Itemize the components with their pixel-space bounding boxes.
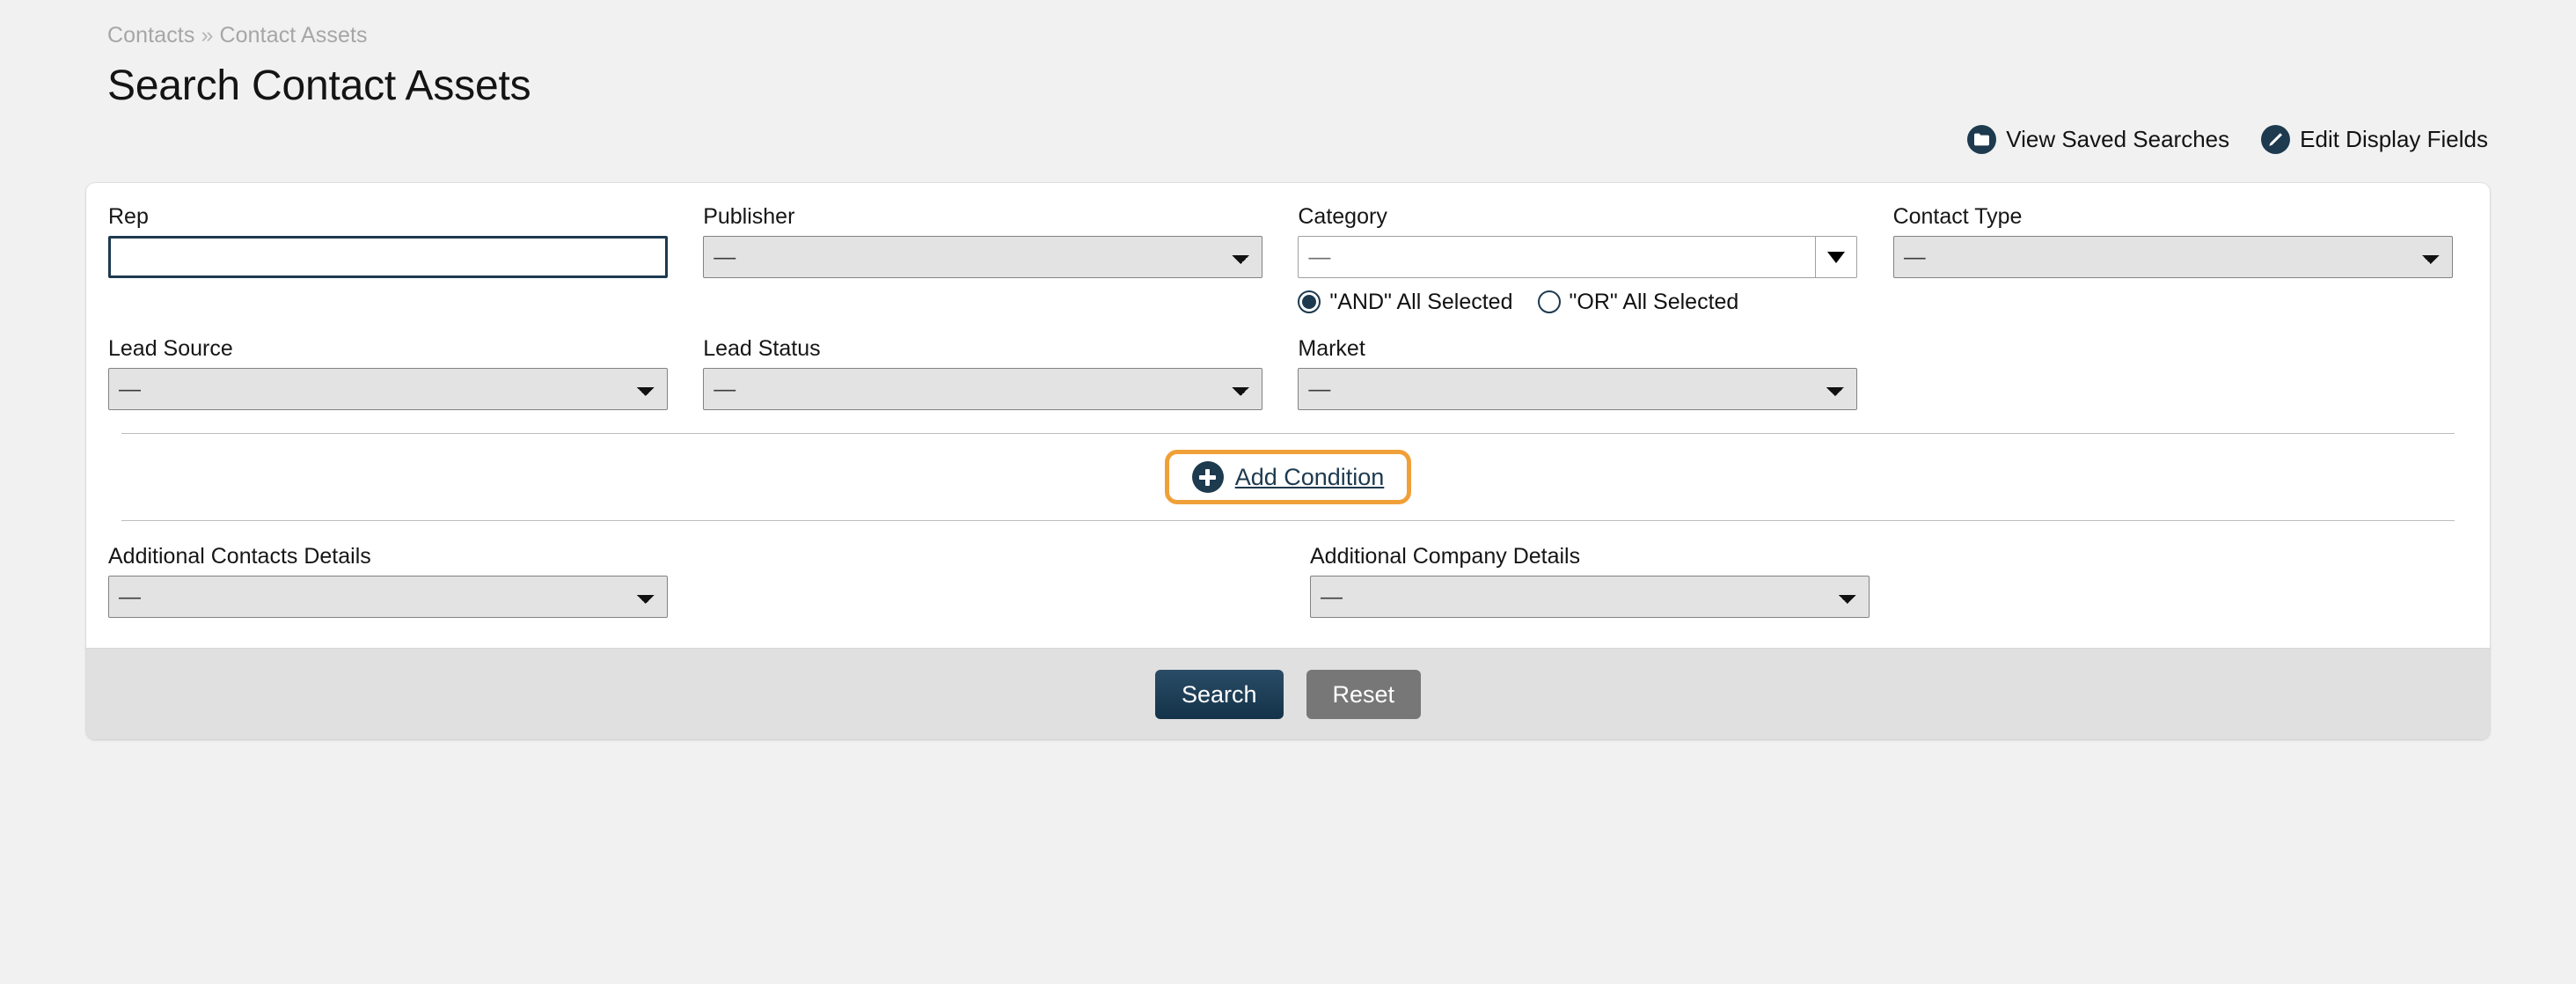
breadcrumb-separator: » bbox=[201, 23, 214, 48]
view-saved-searches-link[interactable]: View Saved Searches bbox=[1967, 125, 2229, 154]
field-additional-company-details: Additional Company Details — bbox=[1310, 546, 1911, 618]
radio-and-all-selected[interactable]: "AND" All Selected bbox=[1298, 289, 1513, 315]
radio-or-label: "OR" All Selected bbox=[1569, 289, 1739, 314]
lead-source-select[interactable]: — bbox=[108, 368, 668, 410]
market-select[interactable]: — bbox=[1298, 368, 1858, 410]
category-dropdown-button[interactable] bbox=[1815, 236, 1858, 278]
reset-button[interactable]: Reset bbox=[1306, 669, 1422, 719]
category-match-mode-group: "AND" All Selected "OR" All Selected bbox=[1298, 289, 1892, 315]
radio-or-indicator bbox=[1537, 290, 1561, 313]
additional-contacts-details-label: Additional Contacts Details bbox=[108, 544, 371, 569]
radio-and-label: "AND" All Selected bbox=[1329, 289, 1513, 314]
additional-company-details-label: Additional Company Details bbox=[1310, 544, 1581, 569]
field-contact-type: Contact Type — bbox=[1892, 204, 2468, 278]
field-additional-contacts-details: Additional Contacts Details — bbox=[108, 546, 709, 618]
contact-type-label: Contact Type bbox=[1892, 204, 2023, 229]
add-condition-row: Add Condition bbox=[108, 434, 2468, 520]
lead-status-label: Lead Status bbox=[703, 336, 821, 361]
field-lead-status: Lead Status — bbox=[703, 338, 1298, 410]
form-footer: Search Reset bbox=[86, 648, 2490, 739]
caret-down-icon bbox=[1827, 251, 1846, 263]
breadcrumb-item-contacts[interactable]: Contacts bbox=[107, 23, 194, 48]
add-condition-highlight-ring: Add Condition bbox=[1164, 450, 1412, 504]
field-category: Category — "AND" All Selected "OR" All S… bbox=[1298, 206, 1892, 315]
breadcrumb-item-contact-assets[interactable]: Contact Assets bbox=[219, 23, 367, 48]
pencil-icon bbox=[2261, 125, 2291, 154]
form-row-3: Additional Contacts Details — Additional… bbox=[108, 521, 2468, 648]
field-market: Market — bbox=[1298, 338, 1892, 410]
search-contact-assets-page: Contacts » Contact Assets Search Contact A… bbox=[0, 0, 2576, 984]
search-form-card: Rep Publisher — Category — "AND" All Sel… bbox=[86, 183, 2490, 739]
lead-source-label: Lead Source bbox=[108, 336, 233, 361]
rep-input[interactable] bbox=[108, 236, 668, 278]
view-saved-searches-label: View Saved Searches bbox=[2006, 126, 2230, 152]
lead-status-select[interactable]: — bbox=[703, 368, 1263, 410]
additional-contacts-details-select[interactable]: — bbox=[108, 576, 668, 618]
publisher-select[interactable]: — bbox=[703, 236, 1263, 278]
category-multiselect[interactable]: — bbox=[1298, 236, 1858, 278]
page-title: Search Contact Assets bbox=[107, 62, 531, 109]
page-header: Contacts » Contact Assets Search Contact A… bbox=[0, 0, 2576, 108]
form-row-2: Lead Source — Lead Status — Market — bbox=[108, 338, 2468, 410]
contact-type-select[interactable]: — bbox=[1892, 236, 2453, 278]
market-label: Market bbox=[1298, 336, 1365, 361]
edit-display-fields-label: Edit Display Fields bbox=[2300, 126, 2488, 152]
publisher-label: Publisher bbox=[703, 204, 795, 229]
field-publisher: Publisher — bbox=[703, 206, 1298, 278]
additional-company-details-select[interactable]: — bbox=[1310, 576, 1870, 618]
category-label: Category bbox=[1298, 204, 1387, 229]
field-lead-source: Lead Source — bbox=[108, 338, 703, 410]
edit-display-fields-link[interactable]: Edit Display Fields bbox=[2261, 125, 2488, 154]
category-value[interactable]: — bbox=[1298, 236, 1816, 278]
page-actions: View Saved Searches Edit Display Fields bbox=[1967, 125, 2488, 154]
folder-icon bbox=[1967, 125, 1997, 154]
breadcrumb: Contacts » Contact Assets bbox=[107, 25, 2576, 47]
field-rep: Rep bbox=[108, 206, 703, 278]
radio-or-all-selected[interactable]: "OR" All Selected bbox=[1537, 289, 1739, 315]
rep-label: Rep bbox=[108, 204, 149, 229]
add-condition-label: Add Condition bbox=[1234, 463, 1385, 490]
form-row-1: Rep Publisher — Category — "AND" All Sel… bbox=[108, 206, 2468, 315]
search-form-body: Rep Publisher — Category — "AND" All Sel… bbox=[86, 183, 2490, 648]
radio-and-indicator bbox=[1298, 290, 1321, 313]
search-button[interactable]: Search bbox=[1154, 669, 1284, 719]
plus-circle-icon bbox=[1191, 461, 1224, 493]
add-condition-button[interactable]: Add Condition bbox=[1191, 461, 1385, 493]
